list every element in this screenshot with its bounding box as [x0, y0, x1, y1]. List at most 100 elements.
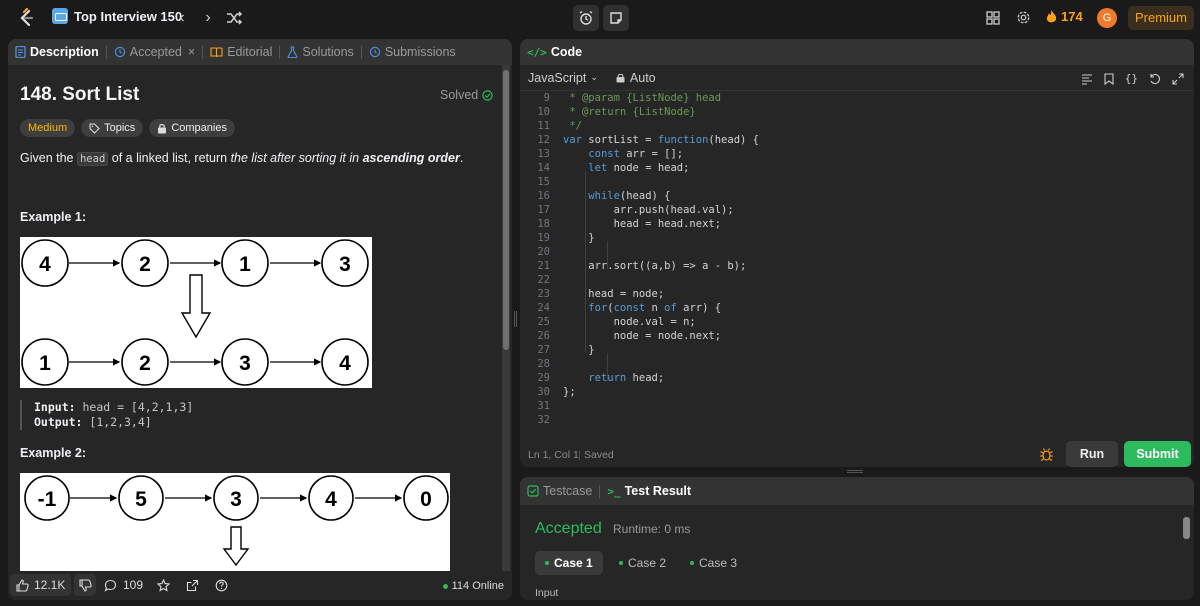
premium-button[interactable]: Premium [1128, 6, 1194, 30]
history-icon [369, 46, 381, 58]
output-label: Output: [34, 415, 83, 429]
tab-code-label: Code [550, 45, 583, 59]
scrollbar-thumb[interactable] [503, 70, 509, 350]
topics-label: Topics [104, 122, 136, 134]
tab-editorial[interactable]: Editorial [203, 39, 279, 65]
leetcode-logo-icon[interactable] [16, 8, 36, 28]
comments-button[interactable]: 109 [104, 574, 143, 596]
code-text: arr.sort((a,b) => a - b); [563, 260, 747, 272]
description-panel: Description Accepted × Editorial Solutio… [8, 39, 512, 600]
code-text: head = node; [563, 288, 665, 300]
user-avatar[interactable]: G [1097, 8, 1117, 28]
code-text: * @param {ListNode} head [563, 92, 722, 104]
description-scrollbar[interactable] [502, 65, 510, 571]
down-arrow-icon [180, 274, 212, 339]
format-icon[interactable] [1081, 73, 1093, 85]
reset-icon[interactable] [1149, 73, 1161, 85]
code-text: let node = head; [588, 162, 690, 174]
example-2-diagram: -1 5 3 4 0 [20, 473, 450, 573]
run-button[interactable]: Run [1066, 441, 1118, 467]
example-1-output: Output: [1,2,3,4] [34, 415, 193, 430]
line-number: 19 [537, 232, 550, 244]
status-separator: | [578, 449, 581, 461]
line-number: 23 [537, 288, 550, 300]
example-2-title: Example 2: [20, 446, 87, 460]
bookmark-icon[interactable] [1104, 72, 1114, 85]
code-panel: </> Code JavaScript ⌄ Auto {} 9 * @param… [520, 39, 1194, 467]
close-tab-icon[interactable]: × [188, 45, 195, 59]
problem-description: Given the head of a linked list, return … [20, 151, 463, 166]
line-number: 11 [537, 120, 550, 132]
code-editor[interactable]: 9 * @param {ListNode} head 10 * @return {… [520, 91, 1194, 439]
flask-icon [287, 46, 298, 58]
code-text: while(head) { [588, 190, 671, 202]
cursor-position: Ln 1, Col 1 [528, 449, 579, 461]
notes-button[interactable] [603, 5, 629, 31]
share-icon[interactable] [186, 579, 199, 592]
example-1-io: Input: head = [4,2,1,3] Output: [1,2,3,4… [20, 400, 193, 430]
code-text: } [563, 232, 595, 244]
line-number: 31 [537, 400, 550, 412]
panel-resize-handle[interactable] [847, 470, 863, 473]
tab-description-label: Description [30, 45, 99, 59]
debug-bug-icon[interactable] [1039, 447, 1054, 462]
node-value: 1 [39, 352, 51, 375]
tab-test-result[interactable]: >_ Test Result [600, 478, 698, 504]
language-select[interactable]: JavaScript ⌄ [528, 71, 598, 85]
scrollbar-thumb[interactable] [1183, 517, 1190, 539]
problem-tags: Medium Topics Companies [20, 119, 235, 137]
companies-button[interactable]: Companies [149, 119, 235, 137]
help-icon[interactable] [215, 579, 228, 592]
node-value: 5 [135, 488, 147, 511]
code-text: node = node.next; [563, 330, 722, 342]
node-value: 0 [420, 488, 432, 511]
like-button[interactable]: 12.1K [10, 574, 72, 596]
case-tab-2[interactable]: Case 2 [609, 551, 676, 575]
vertical-resize-handle[interactable] [514, 311, 517, 327]
case-pass-dot-icon [690, 561, 694, 565]
tab-testcase[interactable]: Testcase [520, 478, 599, 504]
next-problem-icon[interactable]: › [198, 8, 218, 28]
settings-gear-icon[interactable] [1016, 10, 1031, 25]
tab-code[interactable]: </> Code [520, 39, 589, 65]
input-value: head = [4,2,1,3] [75, 400, 194, 414]
test-panel: Testcase >_ Test Result Accepted Runtime… [520, 477, 1194, 600]
tab-editorial-label: Editorial [227, 45, 273, 59]
solved-label: Solved [440, 88, 479, 102]
submit-button[interactable]: Submit [1124, 441, 1191, 467]
grid-layout-icon[interactable] [986, 11, 1000, 25]
editor-toolbar: JavaScript ⌄ Auto {} [520, 65, 1194, 91]
case-tab-3[interactable]: Case 3 [680, 551, 747, 575]
braces-icon[interactable]: {} [1125, 72, 1138, 85]
problem-list-button[interactable]: Top Interview 150 [52, 8, 182, 24]
document-icon [15, 46, 26, 58]
tab-accepted[interactable]: Accepted × [107, 39, 202, 65]
dislike-button[interactable] [74, 574, 96, 596]
tab-solutions-label: Solutions [302, 45, 354, 59]
runtime-label: Runtime: 0 ms [613, 522, 691, 536]
expand-icon[interactable] [1172, 72, 1184, 85]
test-scrollbar[interactable] [1182, 507, 1191, 597]
example-1-bottom-row: 1 2 3 4 [21, 338, 369, 386]
language-label: JavaScript [528, 70, 587, 85]
timer-button[interactable] [573, 5, 599, 31]
auto-mode-toggle[interactable]: Auto [616, 71, 656, 85]
thumbs-down-icon [78, 578, 92, 592]
problem-title: 148. Sort List [20, 84, 140, 105]
save-status: Saved [584, 449, 614, 461]
code-text: } [563, 344, 595, 356]
online-count: 114 Online [442, 580, 504, 592]
node-value: 1 [239, 253, 251, 276]
tab-solutions[interactable]: Solutions [280, 39, 360, 65]
case-label: Case 2 [628, 556, 667, 570]
node-value: 4 [339, 352, 351, 375]
case-tab-1[interactable]: Case 1 [535, 551, 603, 575]
streak-counter[interactable]: 174 [1046, 9, 1083, 24]
tab-submissions[interactable]: Submissions [362, 39, 463, 65]
tab-description[interactable]: Description [8, 39, 106, 65]
topics-button[interactable]: Topics [81, 119, 144, 137]
shuffle-icon[interactable] [224, 8, 244, 28]
star-icon[interactable] [157, 579, 170, 592]
top-bar: Top Interview 150 ‹ › 174 G Premium [0, 0, 1200, 36]
prev-problem-icon[interactable]: ‹ [172, 8, 192, 28]
